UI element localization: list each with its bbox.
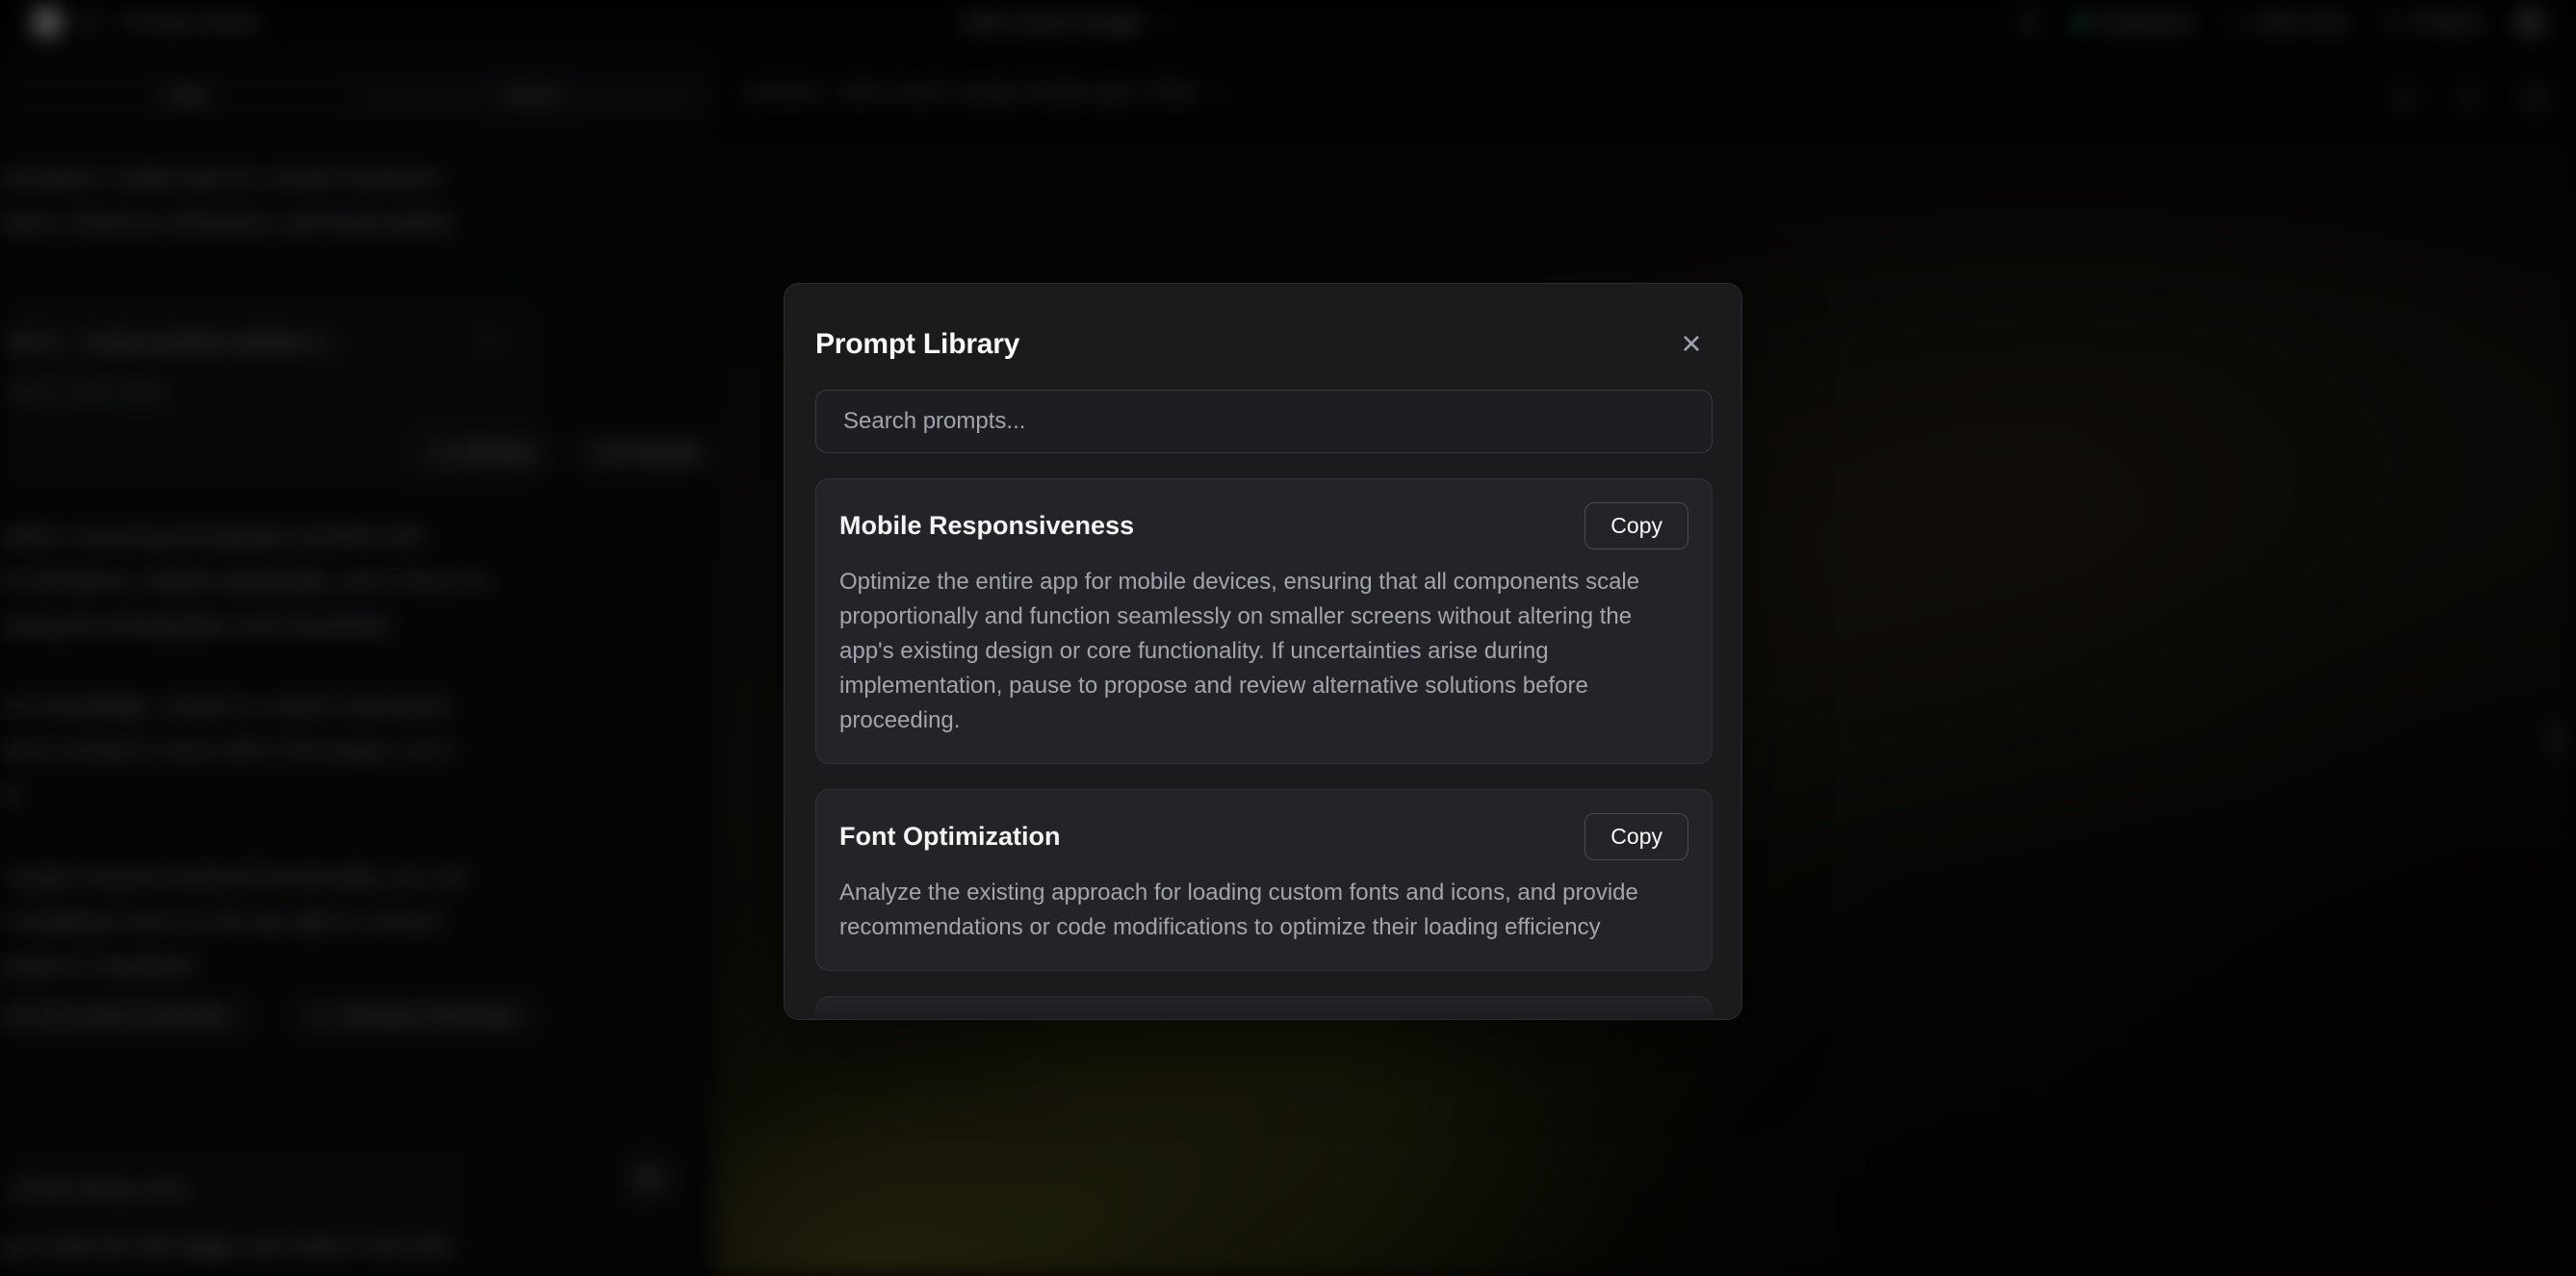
prompt-description: Optimize the entire app for mobile devic… bbox=[839, 565, 1688, 738]
prompt-card-partial bbox=[815, 996, 1713, 1020]
copy-button[interactable]: Copy bbox=[1584, 813, 1688, 860]
modal-title: Prompt Library bbox=[815, 328, 1711, 361]
copy-button[interactable]: Copy bbox=[1584, 502, 1688, 549]
prompt-card-mobile-responsiveness: Mobile Responsiveness Copy Optimize the … bbox=[815, 478, 1713, 764]
prompt-description: Analyze the existing approach for loadin… bbox=[839, 876, 1688, 945]
prompt-card-font-optimization: Font Optimization Copy Analyze the exist… bbox=[815, 789, 1713, 971]
app-screen: Prompt Library artfo-visual-voyage Supab… bbox=[0, 0, 2576, 1276]
close-button[interactable]: × bbox=[1670, 322, 1713, 365]
prompt-library-modal: Prompt Library × Mobile Responsiveness C… bbox=[784, 283, 1742, 1020]
close-icon: × bbox=[1681, 323, 1701, 363]
prompt-title: Mobile Responsiveness bbox=[839, 511, 1134, 541]
prompt-title: Font Optimization bbox=[839, 822, 1060, 852]
search-input[interactable] bbox=[815, 390, 1713, 453]
